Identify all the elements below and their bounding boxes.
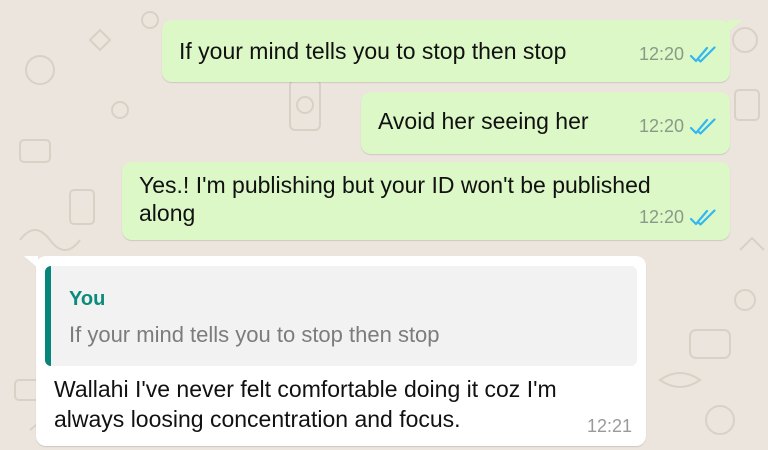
- message-bubble-outgoing[interactable]: Avoid her seeing her 12:20: [361, 92, 730, 154]
- message-text-line-2: always loosing concentration and focus.: [54, 406, 461, 432]
- message-time: 12:21: [586, 416, 632, 436]
- double-check-icon: [690, 117, 716, 136]
- message-time: 12:20: [638, 44, 684, 64]
- quoted-message[interactable]: You If your mind tells you to stop then …: [45, 266, 637, 366]
- message-text-line-1: Yes.! I'm publishing but your ID won't b…: [139, 172, 651, 198]
- message-text-line-1: Wallahi I've never felt comfortable doin…: [54, 376, 557, 402]
- message-bubble-incoming[interactable]: You If your mind tells you to stop then …: [36, 256, 646, 446]
- double-check-icon: [690, 45, 716, 64]
- message-text-line-2: along: [139, 200, 196, 226]
- bubble-tail: [24, 256, 38, 268]
- quoted-author: You: [69, 288, 106, 310]
- message-time: 12:20: [638, 207, 684, 227]
- message-text: Avoid her seeing her: [378, 108, 589, 134]
- message-bubble-outgoing[interactable]: Yes.! I'm publishing but your ID won't b…: [122, 162, 730, 240]
- message-meta: 12:21: [587, 416, 632, 437]
- bubble-tail: [728, 20, 742, 32]
- double-check-icon: [690, 208, 716, 227]
- message-text: If your mind tells you to stop then stop: [179, 38, 567, 64]
- message-meta: 12:20: [639, 207, 716, 228]
- quoted-text: If your mind tells you to stop then stop: [69, 322, 440, 347]
- message-bubble-outgoing[interactable]: If your mind tells you to stop then stop…: [162, 20, 730, 82]
- message-meta: 12:20: [639, 116, 716, 137]
- message-meta: 12:20: [639, 44, 716, 65]
- message-time: 12:20: [638, 116, 684, 136]
- quote-accent-bar: [45, 266, 51, 366]
